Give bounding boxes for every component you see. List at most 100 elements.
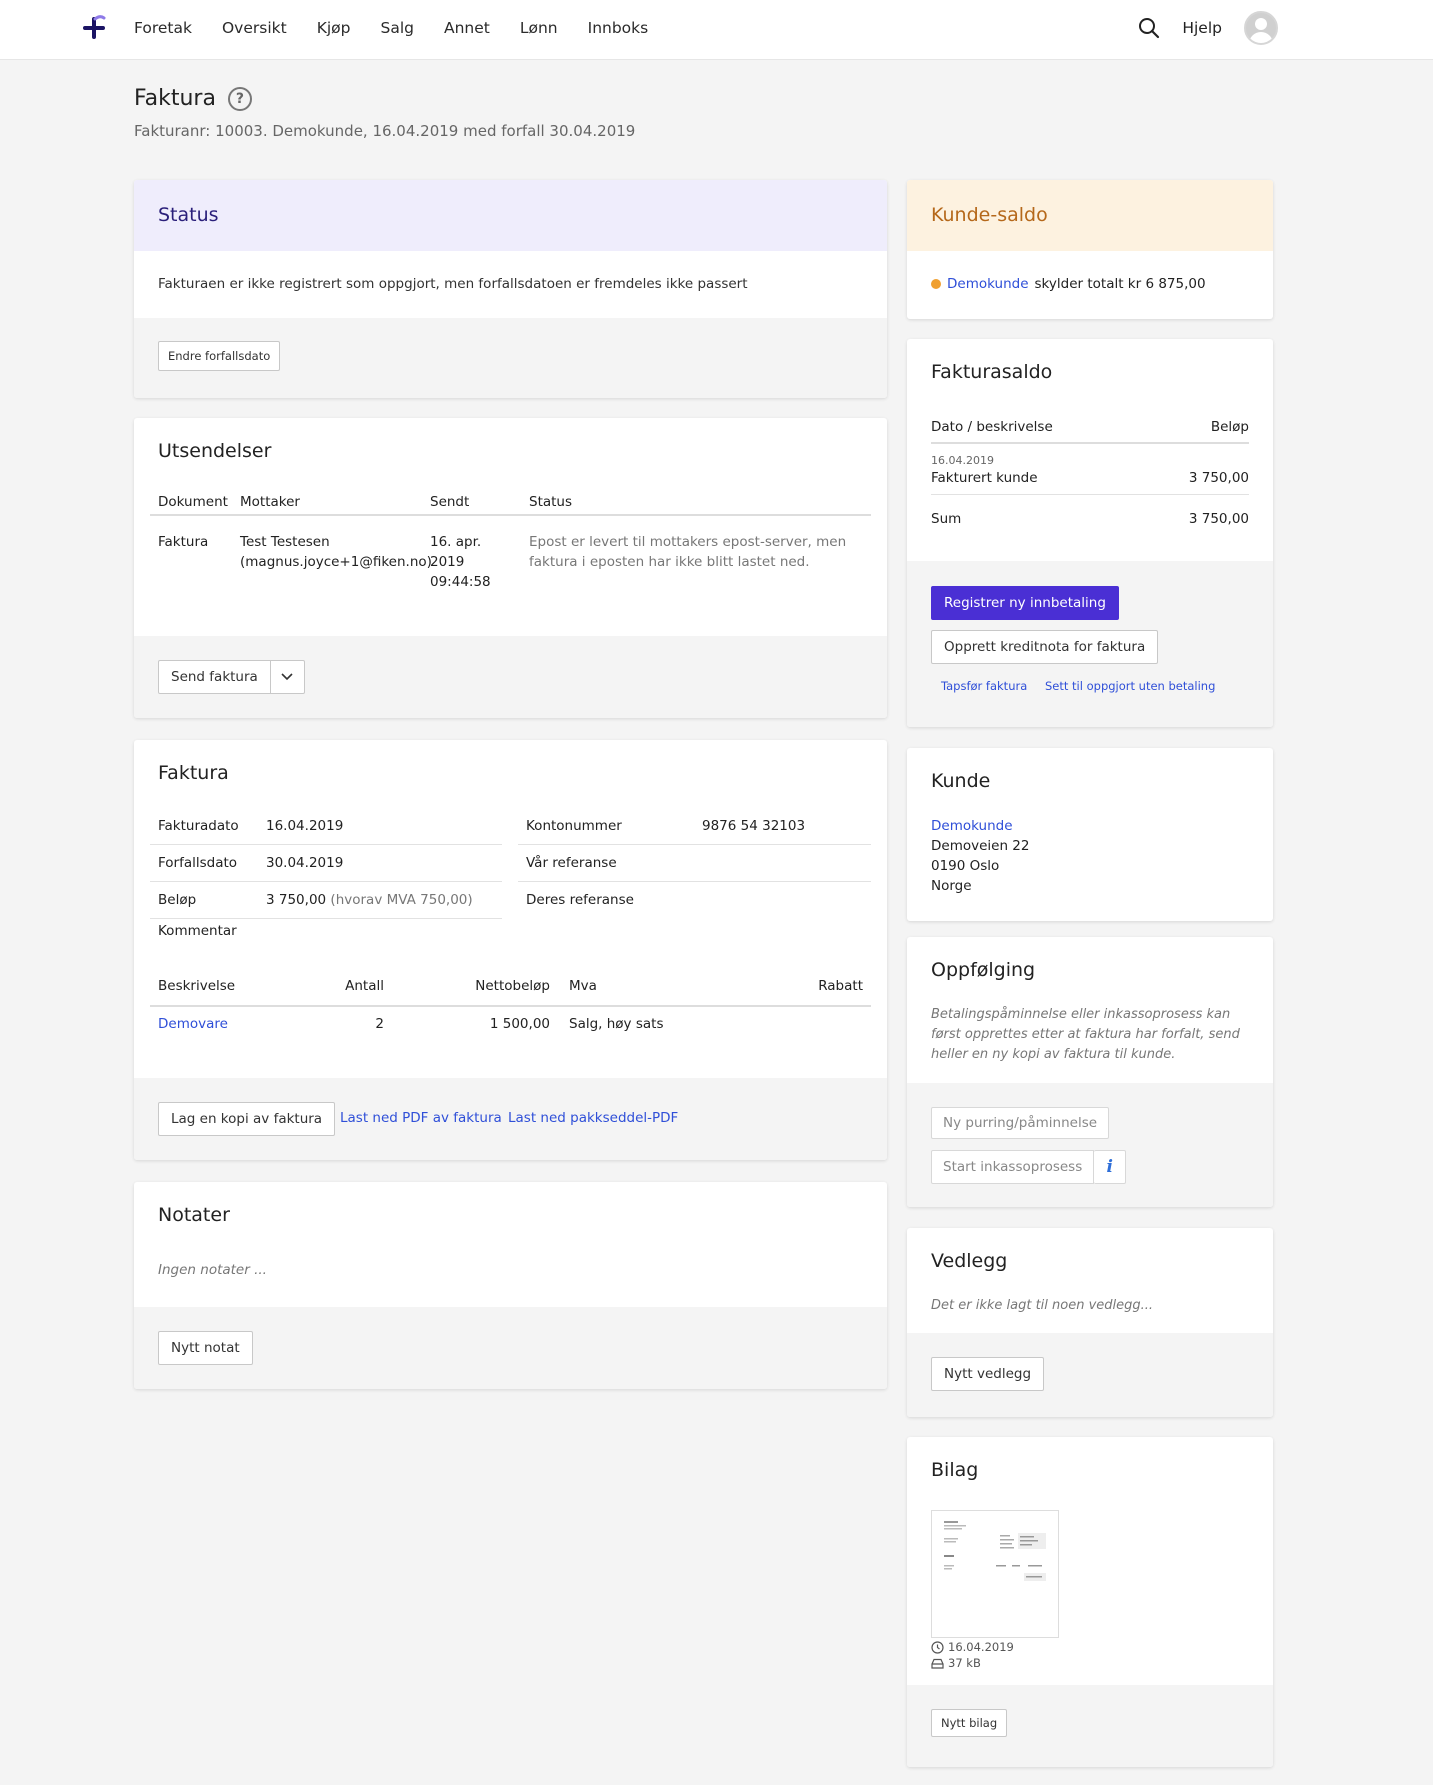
- start-collection-button[interactable]: Start inkassoprosess: [931, 1150, 1095, 1184]
- header-mottaker: Mottaker: [240, 494, 300, 510]
- detail-value: 9876 54 32103: [702, 818, 806, 834]
- customer-balance-text: skylder totalt kr 6 875,00: [1034, 276, 1206, 292]
- invoice-title: Faktura: [158, 762, 229, 784]
- balance-row: 16.04.2019 Fakturert kunde 3 750,00: [931, 454, 1249, 495]
- send-options-dropdown[interactable]: [270, 660, 305, 694]
- invoice-balance-card: Fakturasaldo Dato / beskrivelse Beløp 16…: [907, 339, 1273, 727]
- top-navigation: Foretak Oversikt Kjøp Salg Annet Lønn In…: [0, 0, 1433, 60]
- send-invoice-split-button: Send faktura: [158, 660, 305, 694]
- status-text: Fakturaen er ikke registrert som oppgjor…: [158, 276, 748, 292]
- register-payment-button[interactable]: Registrer ny innbetaling: [931, 586, 1119, 620]
- voucher-date: 16.04.2019: [948, 1640, 1014, 1654]
- header-rabatt: Rabatt: [818, 978, 863, 994]
- followup-text-line2: først opprettes etter at faktura har for…: [931, 1027, 1240, 1042]
- customer-balance-title: Kunde-saldo: [931, 204, 1048, 226]
- detail-row-fakturadato: Fakturadato 16.04.2019: [150, 808, 502, 845]
- create-credit-note-button[interactable]: Opprett kreditnota for faktura: [931, 630, 1159, 664]
- customer-title: Kunde: [931, 770, 991, 792]
- info-icon[interactable]: i: [1094, 1150, 1127, 1184]
- clock-icon: [931, 1640, 944, 1654]
- detail-row-forfallsdato: Forfallsdato 30.04.2019: [150, 845, 502, 882]
- nav-right: Hjelp: [1138, 0, 1278, 56]
- amount-vat-note: (hvorav MVA 750,00): [330, 892, 473, 908]
- nav-item-annet[interactable]: Annet: [444, 19, 490, 37]
- balance-sum-amount: 3 750,00: [1188, 511, 1249, 527]
- detail-label: Forfallsdato: [158, 855, 238, 871]
- page-title: Faktura: [134, 86, 216, 111]
- nav-item-salg[interactable]: Salg: [380, 19, 413, 37]
- line-quantity: 2: [375, 1016, 384, 1032]
- invoice-details-right: Kontonummer 9876 54 32103 Vår referanse …: [518, 808, 871, 919]
- customer-balance-line: Demokunde skylder totalt kr 6 875,00: [931, 276, 1206, 292]
- help-link[interactable]: Hjelp: [1182, 19, 1222, 37]
- change-due-date-button[interactable]: Endre forfallsdato: [158, 341, 281, 371]
- nav-item-innboks[interactable]: Innboks: [588, 19, 649, 37]
- download-pdf-link[interactable]: Last ned PDF av faktura: [340, 1110, 502, 1126]
- attachments-title: Vedlegg: [931, 1250, 1008, 1272]
- detail-row-deres-referanse: Deres referanse: [518, 882, 871, 919]
- copy-invoice-button[interactable]: Lag en kopi av faktura: [158, 1102, 336, 1136]
- row-mottaker-email: (magnus.joyce+1@fiken.no): [240, 554, 432, 570]
- customer-link[interactable]: Demokunde: [947, 276, 1029, 292]
- balance-sum-label: Sum: [931, 511, 962, 527]
- balance-row-desc: Fakturert kunde: [931, 470, 1038, 486]
- nav-item-foretak[interactable]: Foretak: [134, 19, 192, 37]
- line-vat: Salg, høy sats: [569, 1016, 664, 1032]
- fiken-logo-icon[interactable]: [80, 14, 108, 42]
- storage-icon: [931, 1658, 944, 1669]
- comment-label: Kommentar: [158, 923, 237, 939]
- row-mottaker-name: Test Testesen: [240, 534, 330, 550]
- search-icon[interactable]: [1138, 17, 1160, 39]
- voucher-card: Bilag 16.04.2019 37 kB Nytt bilag: [907, 1437, 1273, 1767]
- customer-name-link[interactable]: Demokunde: [931, 816, 1030, 836]
- invoice-line-row: Demovare 2 1 500,00 Salg, høy sats: [150, 1016, 871, 1044]
- dispatches-card: Utsendelser Dokument Mottaker Sendt Stat…: [134, 418, 887, 718]
- balance-sum-row: Sum 3 750,00: [931, 511, 1249, 531]
- balance-row-date: 16.04.2019: [931, 454, 994, 467]
- dispatches-title: Utsendelser: [158, 440, 272, 462]
- customer-card: Kunde Demokunde Demoveien 22 0190 Oslo N…: [907, 748, 1273, 921]
- balance-col-amount: Beløp: [1210, 419, 1249, 435]
- avatar[interactable]: [1244, 11, 1278, 45]
- status-header: [134, 180, 887, 251]
- detail-row-belop: Beløp 3 750,00 (hvorav MVA 750,00): [150, 882, 502, 919]
- header-dokument: Dokument: [158, 494, 228, 510]
- new-reminder-button[interactable]: Ny purring/påminnelse: [931, 1107, 1110, 1139]
- nav-item-oversikt[interactable]: Oversikt: [222, 19, 287, 37]
- detail-value: 3 750,00 (hvorav MVA 750,00): [266, 892, 473, 908]
- new-voucher-button[interactable]: Nytt bilag: [931, 1709, 1008, 1737]
- line-product-link[interactable]: Demovare: [158, 1016, 228, 1032]
- page-title-row: Faktura ?: [134, 86, 252, 111]
- settle-without-payment-link[interactable]: Sett til oppgjort uten betaling: [1045, 679, 1215, 693]
- detail-row-var-referanse: Vår referanse: [518, 845, 871, 882]
- header-antall: Antall: [345, 978, 384, 994]
- header-beskrivelse: Beskrivelse: [158, 978, 236, 994]
- write-off-link[interactable]: Tapsfør faktura: [941, 679, 1027, 693]
- customer-address-line1: Demoveien 22: [931, 838, 1030, 854]
- new-attachment-button[interactable]: Nytt vedlegg: [931, 1357, 1045, 1391]
- nav-item-kjop[interactable]: Kjøp: [317, 19, 351, 37]
- invoice-details-left: Fakturadato 16.04.2019 Forfallsdato 30.0…: [150, 808, 502, 945]
- notes-card: Notater Ingen notater ... Nytt notat: [134, 1182, 887, 1389]
- attachments-card: Vedlegg Det er ikke lagt til noen vedleg…: [907, 1228, 1273, 1417]
- help-icon[interactable]: ?: [227, 86, 252, 111]
- send-invoice-button[interactable]: Send faktura: [158, 660, 271, 694]
- header-mva: Mva: [569, 978, 597, 994]
- row-status-line1: Epost er levert til mottakers epost-serv…: [529, 534, 847, 550]
- followup-title: Oppfølging: [931, 959, 1036, 981]
- customer-address-line2: 0190 Oslo: [931, 858, 1000, 874]
- main-menu: Foretak Oversikt Kjøp Salg Annet Lønn In…: [134, 0, 648, 56]
- chevron-down-icon: [281, 673, 293, 681]
- detail-row-kommentar: Kommentar: [150, 919, 502, 945]
- row-dokument: Faktura: [158, 534, 209, 550]
- new-note-button[interactable]: Nytt notat: [158, 1331, 253, 1365]
- voucher-size: 37 kB: [948, 1656, 981, 1670]
- detail-value: 16.04.2019: [266, 818, 344, 834]
- nav-item-lonn[interactable]: Lønn: [520, 19, 558, 37]
- download-packing-slip-link[interactable]: Last ned pakkseddel-PDF: [508, 1110, 678, 1126]
- amount-value: 3 750,00: [266, 892, 327, 908]
- line-net-amount: 1 500,00: [489, 1016, 550, 1032]
- detail-label: Beløp: [158, 892, 197, 908]
- voucher-thumbnail[interactable]: [931, 1510, 1059, 1638]
- attachments-empty-text: Det er ikke lagt til noen vedlegg...: [931, 1298, 1154, 1313]
